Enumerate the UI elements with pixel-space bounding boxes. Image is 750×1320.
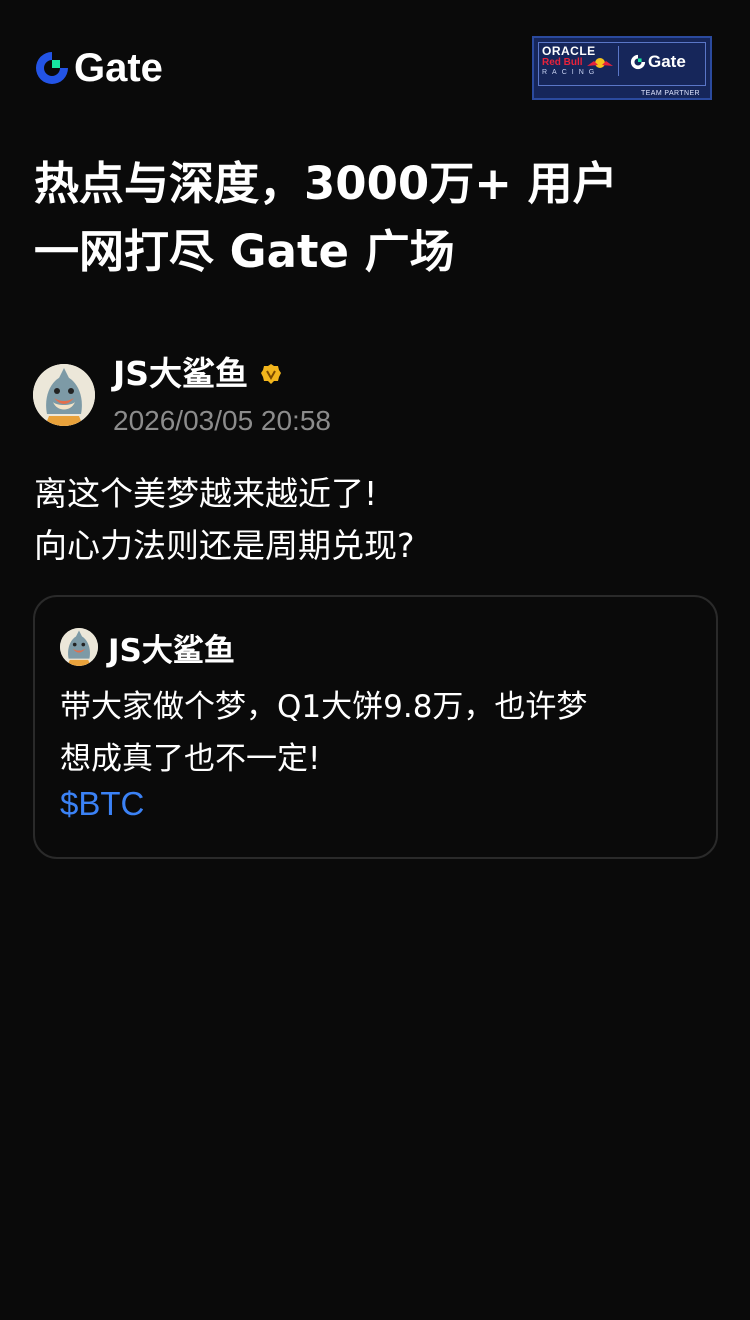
- post-text-line-1: 离这个美梦越来越近了!: [34, 474, 378, 513]
- avatar[interactable]: [33, 364, 95, 426]
- headline-line-2: 一网打尽 Gate 广场: [34, 225, 455, 278]
- post-timestamp: 2026/03/05 20:58: [113, 405, 331, 436]
- post-author: JS大鲨鱼 2026/03/05 20:58: [33, 352, 723, 442]
- partner-racing-text: RACING: [542, 69, 600, 76]
- partner-gate-text: Gate: [648, 52, 686, 71]
- quoted-text-line-1: 带大家做个梦，Q1大饼9.8万，也许梦: [60, 689, 588, 725]
- quoted-post-card[interactable]: JS大鲨鱼 带大家做个梦，Q1大饼9.8万，也许梦 想成真了也不一定! $BTC: [33, 595, 718, 859]
- shark-avatar-icon: [33, 364, 95, 426]
- quoted-post-author: JS大鲨鱼: [60, 625, 235, 669]
- page-headline: 热点与深度，3000万+ 用户 一网打尽 Gate 广场: [34, 150, 724, 286]
- post-text-line-2: 向心力法则还是周期兑现?: [34, 526, 415, 565]
- logo-text: Gate: [74, 46, 163, 90]
- partner-divider: [618, 46, 619, 76]
- partner-footer-text: TEAM PARTNER: [641, 90, 700, 97]
- verified-badge-icon: [261, 364, 282, 384]
- quoted-avatar: [60, 628, 98, 666]
- redbull-bulls-icon: [587, 58, 613, 68]
- partner-redbull-text: Red Bull: [542, 57, 583, 68]
- author-name: JS大鲨鱼: [113, 354, 249, 393]
- author-name-row[interactable]: JS大鲨鱼: [113, 352, 282, 396]
- post-body: 离这个美梦越来越近了! 向心力法则还是周期兑现?: [34, 468, 724, 572]
- headline-line-1: 热点与深度，3000万+ 用户: [34, 157, 618, 210]
- quoted-author-name: JS大鲨鱼: [108, 632, 235, 669]
- gate-small-icon: [630, 54, 646, 70]
- quoted-text-line-2: 想成真了也不一定!: [60, 741, 321, 777]
- partner-gate-logo: Gate: [630, 52, 686, 72]
- btc-tag-link[interactable]: $BTC: [60, 785, 144, 823]
- shark-avatar-small-icon: [60, 628, 98, 666]
- gate-logo[interactable]: Gate: [34, 48, 163, 88]
- quoted-post-body: 带大家做个梦，Q1大饼9.8万，也许梦 想成真了也不一定!: [60, 681, 700, 785]
- header: Gate ORACLE Red Bull RACING Gate TEAM PA…: [0, 0, 750, 120]
- redbull-partner-banner[interactable]: ORACLE Red Bull RACING Gate TEAM PARTNER: [532, 36, 712, 100]
- gate-logo-icon: [36, 52, 68, 84]
